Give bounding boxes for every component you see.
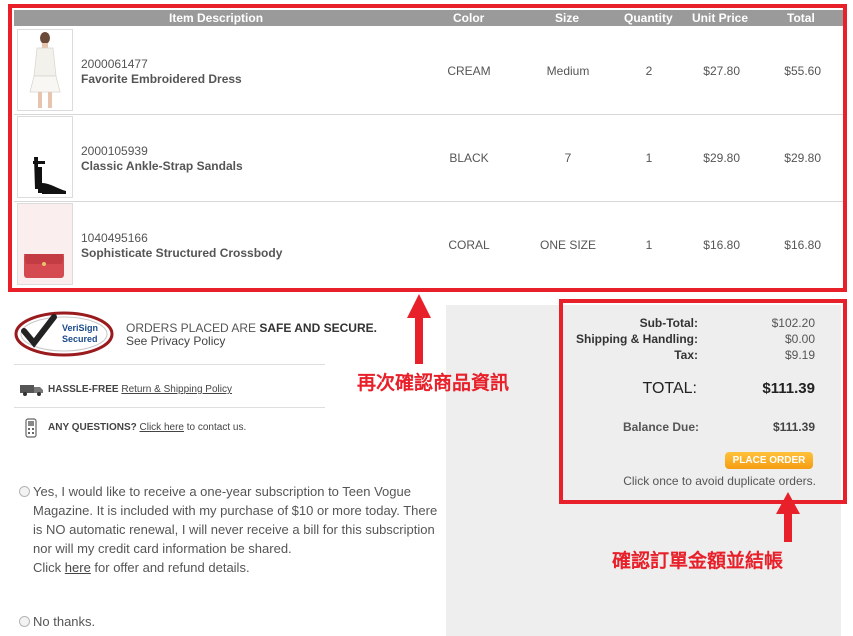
summary-highlight-frame [559, 299, 847, 504]
safe-secure-text: ORDERS PLACED ARE SAFE AND SECURE. [126, 321, 377, 335]
up-arrow-icon [407, 294, 431, 364]
up-arrow-icon [776, 492, 800, 542]
secured-label: Secured [62, 334, 98, 344]
items-annotation: 再次確認商品資訊 [357, 373, 510, 394]
offer-details-link[interactable]: here [65, 560, 91, 575]
contact-link[interactable]: Click here [140, 422, 184, 433]
verisign-secured-logo: VeriSign Secured [14, 311, 114, 357]
checkout-annotation: 確認訂單金額並結帳 [612, 551, 784, 572]
items-highlight-frame [8, 4, 847, 292]
delivery-truck-icon [20, 383, 44, 401]
divider [14, 407, 325, 408]
verisign-label: VeriSign [62, 323, 99, 333]
subscription-no-radio[interactable] [19, 616, 30, 627]
no-thanks-label: No thanks. [33, 614, 96, 629]
divider [14, 364, 325, 365]
return-policy-link[interactable]: Return & Shipping Policy [121, 384, 232, 395]
questions-row: ANY QUESTIONS? Click here to contact us. [48, 422, 247, 433]
subscription-yes-radio[interactable] [19, 486, 30, 497]
hassle-free-row: HASSLE-FREE Return & Shipping Policy [48, 384, 232, 395]
phone-icon [25, 418, 37, 443]
privacy-policy-link[interactable]: See Privacy Policy [126, 334, 225, 348]
subscription-offer: Yes, I would like to receive a one-year … [33, 484, 438, 575]
